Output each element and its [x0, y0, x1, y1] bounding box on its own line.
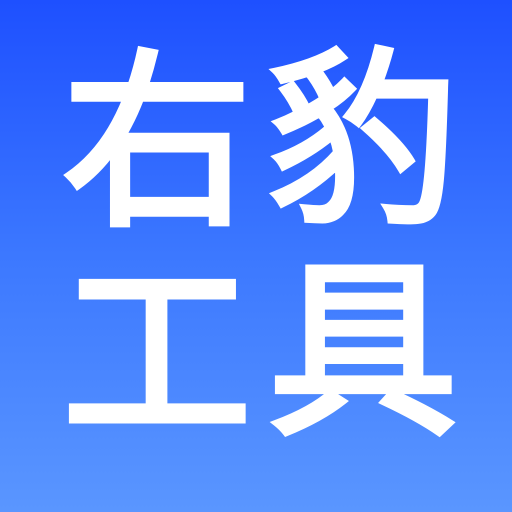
- app-icon-char-1: 右: [62, 32, 253, 254]
- app-icon-text: 右 豹 工 具: [0, 0, 512, 512]
- app-icon-char-2: 豹: [268, 30, 459, 252]
- app-icon-char-4: 具: [268, 241, 459, 463]
- app-icon-char-3: 工: [62, 243, 253, 465]
- app-icon: 右 豹 工 具: [0, 0, 512, 512]
